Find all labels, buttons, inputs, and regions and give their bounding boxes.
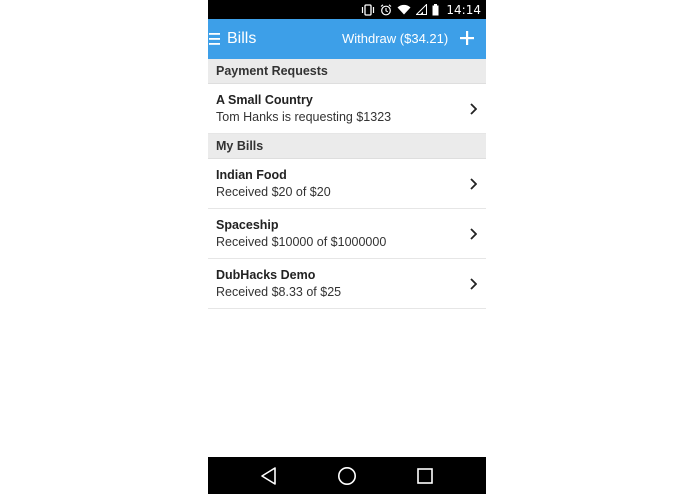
- item-title: DubHacks Demo: [216, 268, 316, 282]
- signal-icon: [416, 4, 428, 15]
- status-time: 14:14: [446, 2, 481, 17]
- bills-list: Payment Requests A Small Country Tom Han…: [208, 59, 486, 309]
- alarm-icon: [381, 3, 392, 15]
- app-bar: Bills Withdraw ($34.21): [208, 19, 486, 59]
- battery-icon: [432, 3, 439, 15]
- vibrate-icon: [362, 3, 375, 16]
- chevron-right-icon: [470, 228, 477, 240]
- list-item[interactable]: Spaceship Received $10000 of $1000000: [208, 209, 486, 259]
- withdraw-button[interactable]: Withdraw ($34.21): [342, 30, 448, 48]
- list-item[interactable]: DubHacks Demo Received $8.33 of $25: [208, 259, 486, 309]
- item-title: Spaceship: [216, 218, 279, 232]
- chevron-right-icon: [470, 178, 477, 190]
- list-item[interactable]: A Small Country Tom Hanks is requesting …: [208, 84, 486, 134]
- section-header-payment-requests: Payment Requests: [208, 59, 486, 84]
- item-title: Indian Food: [216, 168, 287, 182]
- item-subtitle: Received $20 of $20: [216, 185, 331, 199]
- chevron-right-icon: [470, 278, 477, 290]
- section-header-my-bills: My Bills: [208, 134, 486, 159]
- item-title: A Small Country: [216, 93, 313, 107]
- item-subtitle: Received $10000 of $1000000: [216, 235, 387, 249]
- plus-icon[interactable]: [460, 31, 474, 45]
- list-item[interactable]: Indian Food Received $20 of $20: [208, 159, 486, 209]
- page-title: Bills: [227, 30, 257, 47]
- back-icon[interactable]: [259, 466, 279, 486]
- phone-screen: 14:14 Bills Withdraw ($34.21) Payment Re…: [208, 0, 486, 494]
- recents-icon[interactable]: [415, 466, 435, 486]
- wifi-icon: [397, 4, 411, 15]
- hamburger-menu-icon[interactable]: [209, 32, 221, 46]
- item-subtitle: Tom Hanks is requesting $1323: [216, 110, 392, 124]
- status-icons: 14:14: [361, 1, 481, 18]
- chevron-right-icon: [470, 103, 477, 115]
- status-bar: 14:14: [208, 0, 486, 19]
- system-nav-bar: [208, 457, 486, 494]
- home-icon[interactable]: [337, 466, 357, 486]
- item-subtitle: Received $8.33 of $25: [216, 285, 342, 299]
